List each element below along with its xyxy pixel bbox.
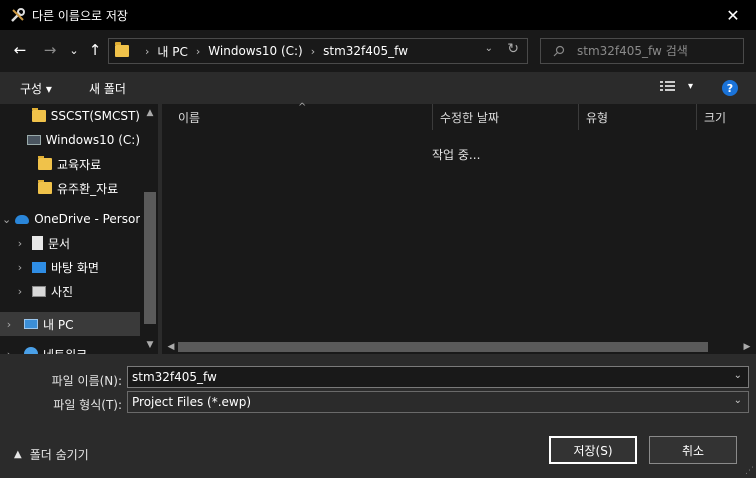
chevron-down-icon[interactable]: ⌄ <box>734 370 742 381</box>
sidebar-item-windows10[interactable]: Windows10 (C:) <box>0 128 140 152</box>
sidebar-item-yujuhwan[interactable]: 유주환_자료 <box>0 176 140 200</box>
chevron-up-icon: ▲ <box>14 449 22 460</box>
breadcrumb-drive[interactable]: Windows10 (C:) <box>208 44 302 58</box>
search-box[interactable] <box>540 38 744 64</box>
drive-icon <box>26 135 41 145</box>
column-header-name[interactable]: 이름 <box>170 104 432 130</box>
chevron-down-icon[interactable]: ⌄ <box>2 213 11 226</box>
file-list[interactable]: ^ 이름 수정한 날짜 유형 크기 작업 중... ◀ ▶ <box>162 102 756 354</box>
network-icon <box>24 347 38 354</box>
view-options-button[interactable]: ▾ <box>660 80 693 92</box>
scrollbar-thumb[interactable] <box>144 192 156 324</box>
folder-icon <box>115 42 129 57</box>
filetype-label: 파일 형식(T): <box>53 398 122 412</box>
desktop-icon <box>32 261 46 273</box>
chevron-right-icon[interactable]: › <box>2 318 16 331</box>
scroll-left-icon[interactable]: ◀ <box>164 340 178 354</box>
chevron-down-icon[interactable]: ⌄ <box>734 395 742 406</box>
chevron-right-icon[interactable]: › <box>14 285 26 298</box>
back-button[interactable]: ← <box>10 40 30 60</box>
sidebar-item-onedrive[interactable]: ⌄ OneDrive - Persor <box>0 207 140 231</box>
sidebar-item-documents[interactable]: › 문서 <box>0 231 140 255</box>
filetype-value: Project Files (*.ewp) <box>132 395 252 409</box>
breadcrumb-folder[interactable]: stm32f405_fw <box>323 44 408 58</box>
title-bar: 다른 이름으로 저장 ✕ <box>0 0 756 30</box>
chevron-right-icon[interactable]: › <box>14 261 26 274</box>
horizontal-scrollbar[interactable]: ◀ ▶ <box>162 340 756 354</box>
sidebar-item-network[interactable]: › 네트워크 <box>0 342 140 354</box>
up-button[interactable]: ↑ <box>85 40 105 60</box>
filename-input[interactable] <box>132 370 712 384</box>
address-bar[interactable]: › 내 PC › Windows10 (C:) › stm32f405_fw ⌄… <box>108 38 528 64</box>
breadcrumb-pc[interactable]: 내 PC <box>157 43 187 60</box>
sidebar-scrollbar[interactable]: ▲ ▼ <box>142 104 158 354</box>
sidebar-item-this-pc[interactable]: › 내 PC <box>0 312 140 336</box>
sidebar-item-pictures[interactable]: › 사진 <box>0 279 140 303</box>
scroll-right-icon[interactable]: ▶ <box>740 340 754 354</box>
command-toolbar: 구성 ▾ 새 폴더 ▾ ? <box>0 72 756 104</box>
filename-label: 파일 이름(N): <box>51 374 122 388</box>
cloud-icon <box>15 214 30 224</box>
view-list-icon <box>660 81 675 91</box>
close-button[interactable]: ✕ <box>710 0 756 30</box>
resize-grip-icon[interactable]: ⋰ <box>745 466 754 476</box>
navigation-bar: ← → ⌄ ↑ › 내 PC › Windows10 (C:) › stm32f… <box>0 30 756 72</box>
pictures-icon <box>32 285 46 297</box>
folder-icon <box>38 180 52 194</box>
search-input[interactable] <box>577 44 737 58</box>
column-header-date[interactable]: 수정한 날짜 <box>432 104 578 130</box>
tools-icon <box>8 5 28 25</box>
loading-status: 작업 중... <box>432 148 481 162</box>
navigation-pane: SSCST(SMCST) Windows10 (C:) 교육자료 유주환_자료 … <box>0 104 158 354</box>
refresh-icon[interactable]: ↻ <box>507 41 519 57</box>
recent-locations-button[interactable]: ⌄ <box>64 40 84 60</box>
sidebar-item-education[interactable]: 교육자료 <box>0 152 140 176</box>
sidebar-item-sscst[interactable]: SSCST(SMCST) <box>0 104 140 128</box>
search-icon <box>553 45 565 57</box>
new-folder-button[interactable]: 새 폴더 <box>89 80 126 97</box>
cancel-button[interactable]: 취소 <box>649 436 737 464</box>
scroll-up-icon[interactable]: ▲ <box>144 108 156 120</box>
help-icon[interactable]: ? <box>722 80 738 96</box>
column-header-type[interactable]: 유형 <box>578 104 696 130</box>
chevron-right-icon[interactable]: › <box>14 237 26 250</box>
organize-menu[interactable]: 구성 ▾ <box>20 80 52 97</box>
sidebar-item-desktop[interactable]: › 바탕 화면 <box>0 255 140 279</box>
window-title: 다른 이름으로 저장 <box>32 8 128 23</box>
filename-combobox[interactable]: ⌄ <box>127 366 749 388</box>
save-button[interactable]: 저장(S) <box>549 436 637 464</box>
view-dropdown-icon[interactable]: ▾ <box>688 81 693 92</box>
column-header-size[interactable]: 크기 <box>696 104 756 130</box>
hide-folders-button[interactable]: ▲ 폴더 숨기기 <box>14 446 89 463</box>
filetype-select[interactable]: Project Files (*.ewp) ⌄ <box>127 391 749 413</box>
folder-icon <box>38 156 52 170</box>
forward-button[interactable]: → <box>40 40 60 60</box>
pc-icon <box>24 319 38 329</box>
address-dropdown-icon[interactable]: ⌄ <box>485 43 493 54</box>
folder-icon <box>31 108 46 122</box>
save-form: 파일 이름(N): ⌄ 파일 형식(T): Project Files (*.e… <box>0 354 756 478</box>
scroll-down-icon[interactable]: ▼ <box>144 340 156 352</box>
document-icon <box>32 236 43 250</box>
scrollbar-thumb[interactable] <box>178 342 708 352</box>
